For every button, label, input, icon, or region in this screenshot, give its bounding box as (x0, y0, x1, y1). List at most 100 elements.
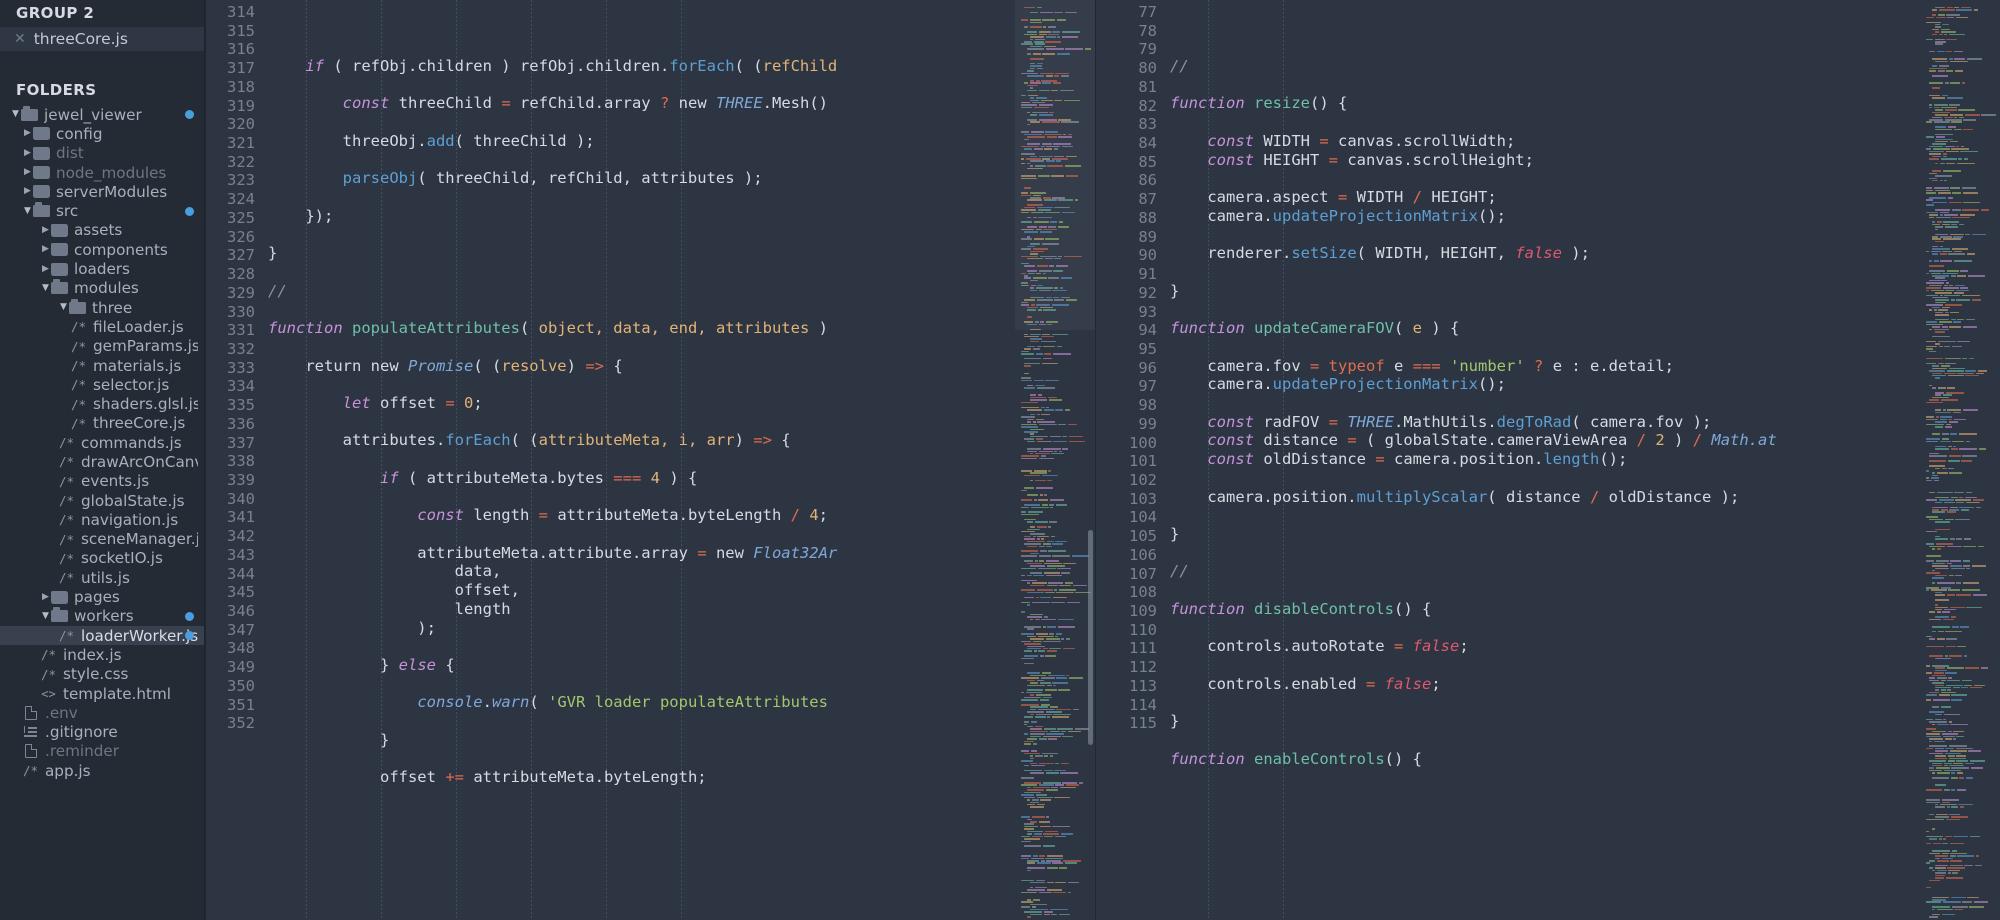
code-line[interactable]: function updateCameraFOV( e ) { (1170, 319, 1920, 338)
code-line[interactable]: length (268, 600, 1015, 619)
sidebar-item-loaderworker-js[interactable]: /* loaderWorker.js (0, 626, 204, 646)
sidebar-item--env[interactable]: .env (0, 703, 204, 722)
code-content-right[interactable]: // function resize() { const WIDTH = can… (1170, 0, 1920, 920)
code-line[interactable] (268, 450, 1015, 469)
sidebar-item-dist[interactable]: ▶ dist (0, 144, 204, 163)
code-line[interactable]: attributes.forEach( (attributeMeta, i, a… (268, 431, 1015, 450)
code-line[interactable]: } (1170, 282, 1920, 301)
code-line[interactable] (1170, 731, 1920, 750)
code-line[interactable] (1170, 225, 1920, 244)
sidebar-item-selector-js[interactable]: /* selector.js (0, 375, 204, 394)
code-line[interactable]: const HEIGHT = canvas.scrollHeight; (1170, 151, 1920, 170)
chevron-right-icon[interactable]: ▶ (40, 225, 51, 235)
chevron-right-icon[interactable]: ▶ (40, 264, 51, 274)
code-line[interactable] (1170, 263, 1920, 282)
code-line[interactable] (268, 413, 1015, 432)
chevron-right-icon[interactable]: ▶ (40, 592, 51, 602)
code-line[interactable] (268, 263, 1015, 282)
sidebar-item-three[interactable]: ▼ three (0, 298, 204, 317)
sidebar-item-commands-js[interactable]: /* commands.js (0, 433, 204, 452)
code-content-left[interactable]: if ( refObj.children ) refObj.children.f… (268, 0, 1015, 920)
sidebar-item--reminder[interactable]: .reminder (0, 742, 204, 761)
code-line[interactable]: renderer.setSize( WIDTH, HEIGHT, false )… (1170, 244, 1920, 263)
code-line[interactable] (1170, 506, 1920, 525)
code-line[interactable] (268, 338, 1015, 357)
sidebar-item-src[interactable]: ▼ src (0, 201, 204, 220)
code-line[interactable] (1170, 300, 1920, 319)
code-line[interactable]: ); (268, 619, 1015, 638)
code-line[interactable] (1170, 619, 1920, 638)
sidebar-item-fileloader-js[interactable]: /* fileLoader.js (0, 317, 204, 336)
code-line[interactable]: offset += attributeMeta.byteLength; (268, 768, 1015, 787)
sidebar-item-navigation-js[interactable]: /* navigation.js (0, 510, 204, 529)
code-line[interactable] (268, 151, 1015, 170)
code-line[interactable]: const WIDTH = canvas.scrollWidth; (1170, 132, 1920, 151)
code-line[interactable] (268, 375, 1015, 394)
code-line[interactable]: controls.autoRotate = false; (1170, 637, 1920, 656)
sidebar-item-servermodules[interactable]: ▶ serverModules (0, 182, 204, 201)
code-line[interactable]: data, (268, 562, 1015, 581)
sidebar-item-app-js[interactable]: /* app.js (0, 761, 204, 780)
code-line[interactable]: function enableControls() { (1170, 750, 1920, 769)
chevron-right-icon[interactable]: ▶ (40, 245, 51, 254)
code-line[interactable] (1170, 113, 1920, 132)
code-line[interactable] (268, 300, 1015, 319)
code-line[interactable]: if ( attributeMeta.bytes === 4 ) { (268, 469, 1015, 488)
sidebar-item-template-html[interactable]: <> template.html (0, 684, 204, 703)
code-line[interactable]: function populateAttributes( object, dat… (268, 319, 1015, 338)
code-line[interactable]: } else { (268, 656, 1015, 675)
code-line[interactable] (268, 188, 1015, 207)
code-line[interactable]: return new Promise( (resolve) => { (268, 357, 1015, 376)
chevron-right-icon[interactable]: ▶ (22, 148, 33, 158)
editor-pane-left[interactable]: 314 315 316 317 318 319 320 321 322 323 324 325 326 3… (205, 0, 1095, 920)
code-line[interactable] (1170, 768, 1920, 787)
code-line[interactable]: function resize() { (1170, 94, 1920, 113)
code-line[interactable] (268, 113, 1015, 132)
code-line[interactable]: const length = attributeMeta.byteLength … (268, 506, 1015, 525)
chevron-right-icon[interactable]: ▶ (22, 187, 33, 196)
minimap-right[interactable] (1920, 0, 2000, 920)
sidebar-item-events-js[interactable]: /* events.js (0, 472, 204, 491)
code-line[interactable] (1170, 544, 1920, 563)
code-line[interactable] (268, 225, 1015, 244)
code-line[interactable]: let offset = 0; (268, 394, 1015, 413)
editor-pane-right[interactable]: 77 78 79 80 81 82 83 84 85 86 87 88 89 90 91 92 93 94 95 96… (1095, 0, 2000, 920)
sidebar-item-materials-js[interactable]: /* materials.js (0, 356, 204, 375)
sidebar-item-loaders[interactable]: ▶ loaders (0, 259, 204, 278)
chevron-right-icon[interactable]: ▶ (22, 168, 33, 177)
code-line[interactable]: } (268, 731, 1015, 750)
sidebar-item-components[interactable]: ▶ components (0, 240, 204, 259)
chevron-down-icon[interactable]: ▼ (40, 611, 51, 621)
code-line[interactable] (268, 712, 1015, 731)
sidebar-item-style-css[interactable]: /* style.css (0, 665, 204, 684)
sidebar-item-node-modules[interactable]: ▶ node_modules (0, 163, 204, 182)
minimap-left[interactable] (1015, 0, 1095, 920)
code-line[interactable]: }); (268, 207, 1015, 226)
sidebar-item-workers[interactable]: ▼ workers (0, 607, 204, 626)
code-line[interactable]: camera.position.multiplyScalar( distance… (1170, 488, 1920, 507)
code-line[interactable]: if ( refObj.children ) refObj.children.f… (268, 57, 1015, 76)
chevron-down-icon[interactable]: ▼ (22, 206, 33, 216)
code-line[interactable] (1170, 656, 1920, 675)
code-line[interactable] (1170, 338, 1920, 357)
code-line[interactable]: parseObj( threeChild, refChild, attribut… (268, 169, 1015, 188)
code-line[interactable] (268, 488, 1015, 507)
sidebar-item-threecore-js[interactable]: /* threeCore.js (0, 414, 204, 433)
sidebar-item-modules[interactable]: ▼ modules (0, 279, 204, 298)
code-line[interactable] (268, 525, 1015, 544)
code-line[interactable] (1170, 76, 1920, 95)
sidebar-item-utils-js[interactable]: /* utils.js (0, 568, 204, 587)
chevron-down-icon[interactable]: ▼ (40, 283, 51, 293)
chevron-right-icon[interactable]: ▶ (22, 129, 33, 138)
code-line[interactable]: // (1170, 562, 1920, 581)
code-line[interactable] (268, 637, 1015, 656)
code-line[interactable]: controls.enabled = false; (1170, 675, 1920, 694)
sidebar-item-pages[interactable]: ▶ pages (0, 587, 204, 606)
sidebar-item--gitignore[interactable]: .gitignore (0, 723, 204, 742)
code-line[interactable]: camera.updateProjectionMatrix(); (1170, 207, 1920, 226)
code-line[interactable]: const oldDistance = camera.position.leng… (1170, 450, 1920, 469)
sidebar-open-file-threecore[interactable]: ✕ threeCore.js (0, 27, 204, 51)
code-line[interactable]: } (1170, 712, 1920, 731)
sidebar-item-socketio-js[interactable]: /* socketIO.js (0, 549, 204, 568)
code-line[interactable] (1170, 469, 1920, 488)
